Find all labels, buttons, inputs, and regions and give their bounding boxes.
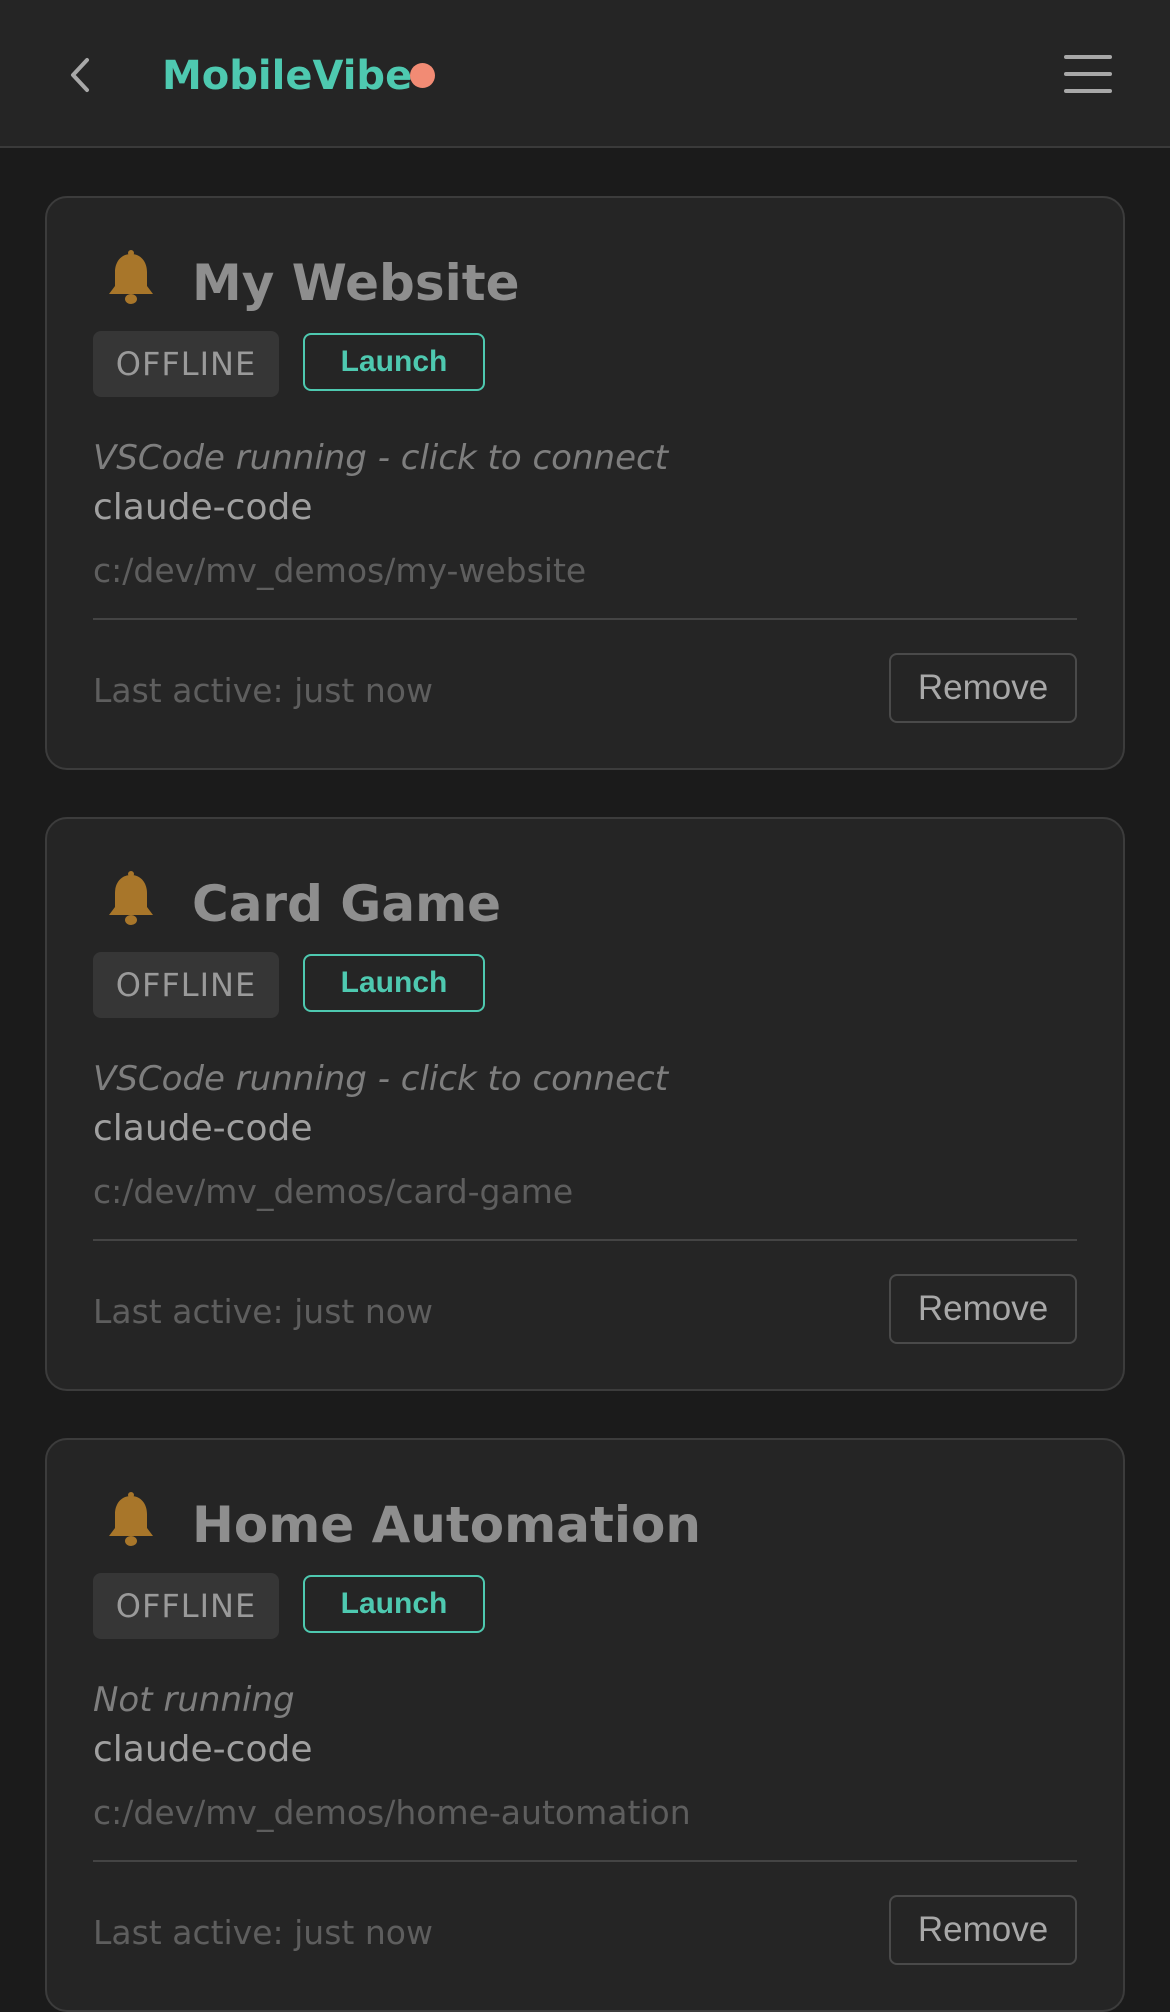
card-divider xyxy=(93,1860,1077,1862)
back-button[interactable] xyxy=(60,50,100,100)
project-path: c:/dev/mv_demos/card-game xyxy=(93,1172,574,1211)
status-badge: OFFLINE xyxy=(93,1573,279,1639)
project-card[interactable]: My Website OFFLINE Launch VSCode running… xyxy=(45,196,1125,770)
project-card[interactable]: Card Game OFFLINE Launch VSCode running … xyxy=(45,817,1125,1391)
connection-status-dot xyxy=(410,63,435,88)
remove-button[interactable]: Remove xyxy=(889,1895,1077,1965)
bell-icon[interactable] xyxy=(103,869,159,929)
project-name: My Website xyxy=(192,254,520,312)
status-badge: OFFLINE xyxy=(93,952,279,1018)
chevron-left-icon xyxy=(71,58,89,92)
bell-icon[interactable] xyxy=(103,1490,159,1550)
app-header: MobileVibe xyxy=(0,0,1170,148)
last-active: Last active: just now xyxy=(93,1913,433,1952)
project-card[interactable]: Home Automation OFFLINE Launch Not runni… xyxy=(45,1438,1125,2012)
project-agent: claude-code xyxy=(93,1108,313,1149)
bell-icon[interactable] xyxy=(103,248,159,308)
card-divider xyxy=(93,1239,1077,1241)
project-name: Home Automation xyxy=(192,1496,701,1554)
status-badge: OFFLINE xyxy=(93,331,279,397)
project-name: Card Game xyxy=(192,875,502,933)
project-status-text[interactable]: VSCode running - click to connect xyxy=(93,433,668,483)
remove-button[interactable]: Remove xyxy=(889,653,1077,723)
card-divider xyxy=(93,618,1077,620)
project-agent: claude-code xyxy=(93,1729,313,1770)
launch-button[interactable]: Launch xyxy=(303,1575,485,1633)
remove-button[interactable]: Remove xyxy=(889,1274,1077,1344)
project-path: c:/dev/mv_demos/my-website xyxy=(93,551,587,590)
project-status-text[interactable]: VSCode running - click to connect xyxy=(93,1054,668,1104)
launch-button[interactable]: Launch xyxy=(303,333,485,391)
project-path: c:/dev/mv_demos/home-automation xyxy=(93,1793,691,1832)
hamburger-menu-icon xyxy=(1064,55,1112,59)
project-agent: claude-code xyxy=(93,487,313,528)
menu-button[interactable] xyxy=(1064,55,1112,95)
launch-button[interactable]: Launch xyxy=(303,954,485,1012)
last-active: Last active: just now xyxy=(93,671,433,710)
app-title: MobileVibe xyxy=(162,53,413,99)
last-active: Last active: just now xyxy=(93,1292,433,1331)
project-status-text: Not running xyxy=(93,1680,295,1720)
